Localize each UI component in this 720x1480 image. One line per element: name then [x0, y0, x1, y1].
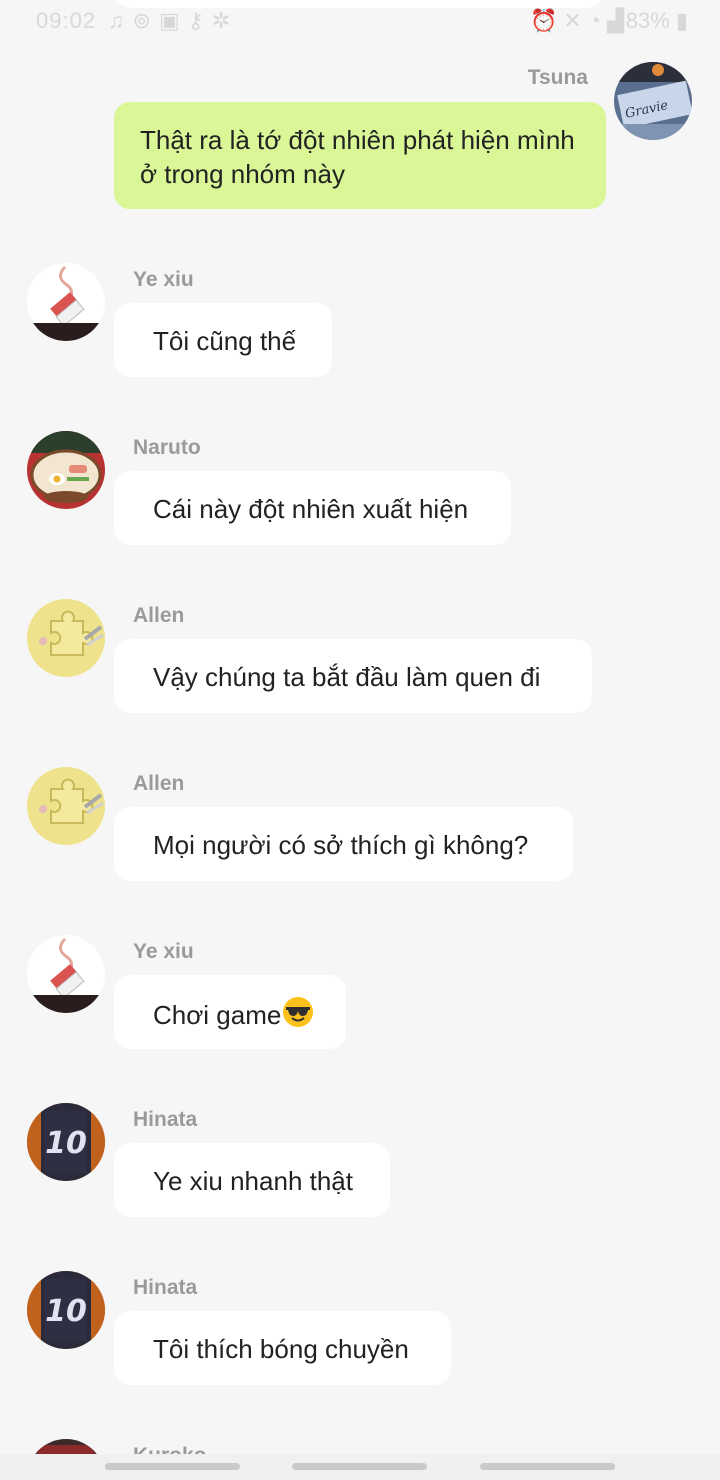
- ramen-avatar-icon: [27, 431, 105, 509]
- message-bubble[interactable]: Tôi cũng thế: [114, 303, 332, 377]
- back-button[interactable]: [480, 1463, 615, 1470]
- avatar-ye-xiu[interactable]: [27, 263, 105, 341]
- puzzle-avatar-icon: [27, 767, 105, 845]
- music-note-icon: ♫: [108, 8, 133, 33]
- message-bubble[interactable]: Ye xiu nhanh thật: [114, 1143, 390, 1217]
- avatar-ye-xiu[interactable]: [27, 935, 105, 1013]
- avatar-hinata[interactable]: 10: [27, 1103, 105, 1181]
- jersey-avatar-icon: 10: [27, 1271, 105, 1349]
- mute-icon: ✕: [563, 8, 588, 33]
- avatar-naruto[interactable]: [27, 431, 105, 509]
- sender-name: Hinata: [133, 1108, 198, 1131]
- system-icons: ⏰✕◔▟: [530, 8, 630, 34]
- message-other: Allen Mọi người có sở thích gì không?: [0, 766, 720, 886]
- person-icon: ✲: [211, 8, 239, 33]
- graffiti-avatar-icon: Gravie: [614, 62, 692, 140]
- avatar-allen[interactable]: [27, 767, 105, 845]
- sender-name: Allen: [133, 604, 185, 627]
- message-other: 10 Hinata Ye xiu nhanh thật: [0, 1102, 720, 1222]
- notification-icons: ♫⊚▣⚷✲: [108, 8, 238, 34]
- cigarette-avatar-icon: [27, 263, 105, 341]
- battery-icon: ▮: [675, 8, 688, 33]
- message-other: 10 Hinata Tôi thích bóng chuyền: [0, 1270, 720, 1390]
- svg-text:10: 10: [45, 1294, 87, 1329]
- status-time: 09:02: [36, 8, 97, 33]
- message-self: Gravie Tsuna Thật ra là tớ đột nhiên phá…: [0, 60, 720, 220]
- message-other: Naruto Cái này đột nhiên xuất hiện: [0, 430, 720, 550]
- sunglasses-emoji-icon: [282, 996, 314, 1036]
- home-button[interactable]: [292, 1463, 427, 1470]
- svg-text:10: 10: [45, 1126, 87, 1161]
- avatar-hinata[interactable]: 10: [27, 1271, 105, 1349]
- navigation-bar: [0, 1454, 720, 1480]
- message-bubble[interactable]: Mọi người có sở thích gì không?: [114, 807, 573, 881]
- cigarette-avatar-icon: [27, 935, 105, 1013]
- sender-name: Hinata: [133, 1276, 198, 1299]
- sender-name: Ye xiu: [133, 940, 194, 963]
- message-bubble[interactable]: Tôi thích bóng chuyền: [114, 1311, 451, 1385]
- message-bubble-self[interactable]: Thật ra là tớ đột nhiên phát hiện mình ở…: [114, 102, 606, 209]
- recent-apps-button[interactable]: [105, 1463, 240, 1470]
- message-bubble[interactable]: Vậy chúng ta bắt đầu làm quen đi: [114, 639, 592, 713]
- image-icon: ▣: [158, 8, 188, 33]
- status-bar: 09:02 ♫⊚▣⚷✲ ⏰✕◔▟ 83% ▮: [0, 0, 720, 40]
- sender-name: Ye xiu: [133, 268, 194, 291]
- sender-name: Allen: [133, 772, 185, 795]
- sender-name: Tsuna: [527, 66, 588, 89]
- avatar-tsuna[interactable]: Gravie: [614, 62, 692, 140]
- jersey-avatar-icon: 10: [27, 1103, 105, 1181]
- message-text: Chơi game: [153, 1000, 282, 1030]
- message-bubble[interactable]: Chơi game: [114, 975, 346, 1049]
- message-other: Ye xiu Tôi cũng thế: [0, 262, 720, 382]
- previous-message-bubble-edge: [112, 0, 606, 8]
- puzzle-avatar-icon: [27, 599, 105, 677]
- key-icon: ⚷: [187, 8, 212, 33]
- alarm-icon: ⏰: [529, 8, 564, 33]
- sender-name: Naruto: [133, 436, 201, 459]
- message-bubble[interactable]: Cái này đột nhiên xuất hiện: [114, 471, 511, 545]
- avatar-allen[interactable]: [27, 599, 105, 677]
- accessibility-icon: ⊚: [132, 8, 159, 33]
- battery-level: 83% ▮: [625, 8, 688, 33]
- message-other: Allen Vậy chúng ta bắt đầu làm quen đi: [0, 598, 720, 718]
- message-other: Ye xiu Chơi game: [0, 934, 720, 1054]
- wifi-icon: ◔: [587, 8, 608, 33]
